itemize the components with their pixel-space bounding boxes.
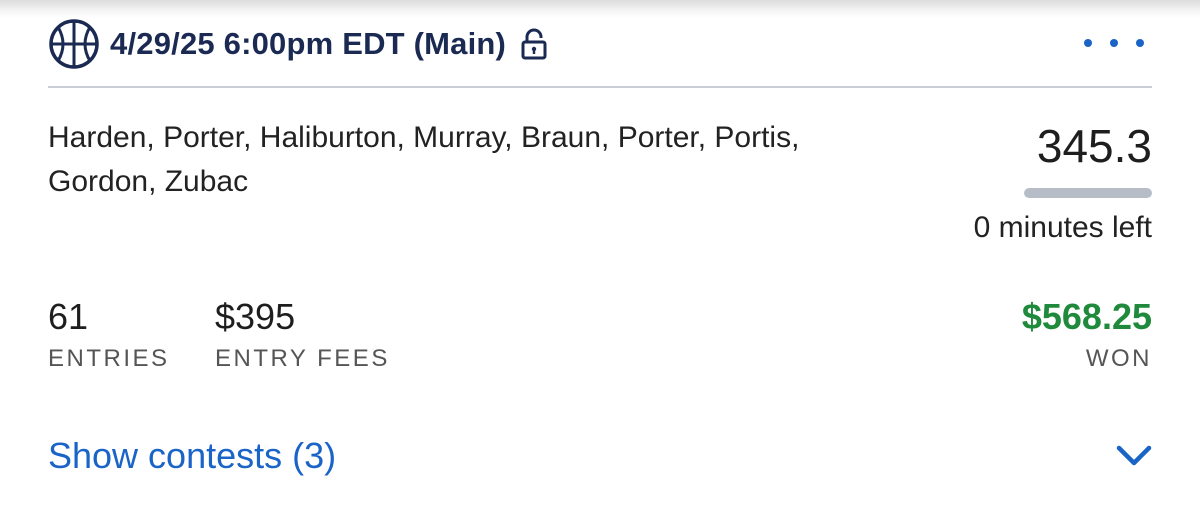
chevron-down-icon[interactable] bbox=[1114, 440, 1154, 470]
won-label: WON bbox=[1085, 345, 1152, 372]
lineup-card: 4/29/25 6:00pm EDT (Main) Harden, Porter… bbox=[0, 0, 1200, 511]
game-progress-fill bbox=[1024, 188, 1152, 198]
card-header: 4/29/25 6:00pm EDT (Main) bbox=[48, 18, 548, 70]
header-divider bbox=[48, 86, 1152, 88]
entry-fees-stat: $395 ENTRY FEES bbox=[215, 294, 390, 376]
lineup-score: 345.3 bbox=[1036, 120, 1152, 172]
entry-fees-label: ENTRY FEES bbox=[215, 345, 390, 372]
time-left: 0 minutes left bbox=[973, 211, 1152, 244]
slate-title: 4/29/25 6:00pm EDT (Main) bbox=[110, 26, 507, 61]
entries-stat: 61 ENTRIES bbox=[48, 294, 170, 376]
entry-fees-value: $395 bbox=[215, 296, 296, 337]
more-horizontal-icon-dot bbox=[1136, 39, 1144, 47]
score-block: 345.3 0 minutes left bbox=[852, 118, 1152, 244]
more-horizontal-icon-dot bbox=[1110, 39, 1118, 47]
unlock-icon bbox=[520, 28, 548, 60]
won-stat: $568.25 WON bbox=[1022, 294, 1152, 376]
basketball-icon bbox=[48, 18, 100, 70]
game-progress-bar bbox=[1024, 188, 1152, 198]
more-options-button[interactable] bbox=[1084, 28, 1144, 58]
entries-label: ENTRIES bbox=[48, 345, 170, 372]
more-horizontal-icon-dot bbox=[1084, 39, 1092, 47]
entries-value: 61 bbox=[48, 296, 89, 337]
show-contests-link[interactable]: Show contests (3) bbox=[48, 431, 336, 481]
lineup-players: Harden, Porter, Haliburton, Murray, Brau… bbox=[48, 121, 800, 198]
won-value: $568.25 bbox=[1021, 296, 1152, 337]
